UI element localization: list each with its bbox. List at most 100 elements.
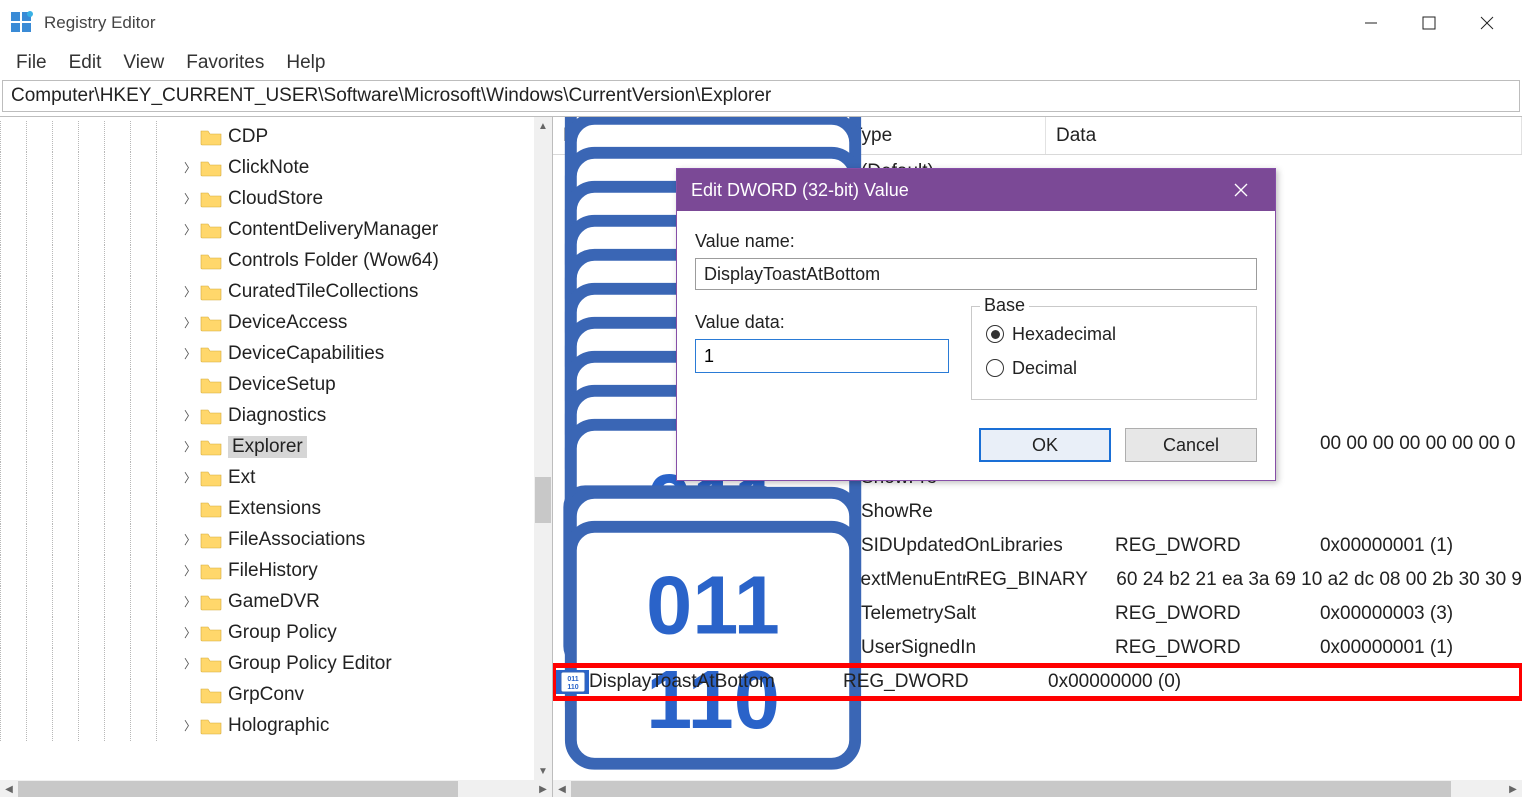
tree-item[interactable]: 〉ContentDeliveryManager [0, 214, 534, 245]
expand-icon[interactable]: 〉 [182, 283, 198, 300]
menu-edit[interactable]: Edit [63, 50, 108, 76]
scroll-thumb[interactable] [571, 781, 1451, 797]
tree-item-label: FileAssociations [228, 529, 365, 551]
tree-item[interactable]: 〉Ext [0, 462, 534, 493]
value-data: 0x00000000 (0) [1048, 671, 1522, 693]
ok-button[interactable]: OK [979, 428, 1111, 462]
radio-hexadecimal[interactable]: Hexadecimal [986, 317, 1242, 351]
tree-item-label: DeviceSetup [228, 374, 336, 396]
folder-icon [200, 345, 222, 363]
tree-item[interactable]: 〉Group Policy [0, 617, 534, 648]
folder-icon [200, 159, 222, 177]
tree-pane: CDP〉ClickNote〉CloudStore〉ContentDelivery… [0, 117, 553, 780]
scroll-left-icon[interactable]: ◀ [0, 784, 18, 795]
cancel-button[interactable]: Cancel [1125, 428, 1257, 462]
expand-icon[interactable]: 〉 [182, 717, 198, 734]
expand-icon[interactable]: 〉 [182, 438, 198, 455]
folder-icon [200, 655, 222, 673]
tree-item[interactable]: 〉ClickNote [0, 152, 534, 183]
value-name: ShowRe [861, 501, 1115, 523]
folder-icon [200, 190, 222, 208]
folder-icon [200, 717, 222, 735]
tree-item[interactable]: 〉DeviceCapabilities [0, 338, 534, 369]
dialog-close-button[interactable] [1221, 169, 1261, 211]
menu-help[interactable]: Help [280, 50, 331, 76]
tree-item[interactable]: 〉GameDVR [0, 586, 534, 617]
expand-icon[interactable]: 〉 [182, 593, 198, 610]
tree-item[interactable]: 〉Holographic [0, 710, 534, 741]
folder-icon [200, 252, 222, 270]
tree-item[interactable]: CDP [0, 121, 534, 152]
expand-icon[interactable]: 〉 [182, 531, 198, 548]
tree-item-label: FileHistory [228, 560, 318, 582]
column-type[interactable]: Type [841, 117, 1046, 154]
expand-icon[interactable]: 〉 [182, 562, 198, 579]
value-name-field[interactable] [695, 258, 1257, 290]
folder-icon [200, 376, 222, 394]
tree-item[interactable]: 〉 CloudStore [0, 183, 534, 214]
folder-icon [200, 469, 222, 487]
expand-icon[interactable]: 〉 [182, 221, 198, 238]
tree-item[interactable]: 〉 FileHistory [0, 555, 534, 586]
scroll-thumb[interactable] [535, 477, 551, 523]
tree-item[interactable]: 〉 FileAssociations [0, 524, 534, 555]
scroll-right-icon[interactable]: ▶ [534, 784, 552, 795]
column-data[interactable]: Data [1046, 117, 1522, 154]
menubar: File Edit View Favorites Help [0, 46, 1522, 80]
tree-hscroll[interactable]: ◀ ▶ [0, 780, 553, 797]
tree-item-label: Diagnostics [228, 405, 326, 427]
tree-item-label: CDP [228, 126, 268, 148]
scroll-down-icon[interactable]: ▼ [534, 762, 552, 780]
tree-item[interactable]: Controls Folder (Wow64) [0, 245, 534, 276]
binary-value-icon: 011110 [559, 759, 867, 780]
expand-icon[interactable]: 〉 [182, 469, 198, 486]
tree-item[interactable]: 〉Explorer [0, 431, 534, 462]
value-data: 0x00000001 (1) [1320, 637, 1522, 659]
expand-icon[interactable]: 〉 [182, 407, 198, 424]
expand-icon[interactable]: 〉 [182, 159, 198, 176]
tree-view[interactable]: CDP〉ClickNote〉CloudStore〉ContentDelivery… [0, 117, 534, 741]
maximize-button[interactable] [1400, 0, 1458, 46]
tree-item-label: CloudStore [228, 188, 323, 210]
svg-text:011: 011 [646, 558, 780, 651]
expand-icon[interactable]: 〉 [182, 655, 198, 672]
minimize-button[interactable] [1342, 0, 1400, 46]
menu-file[interactable]: File [10, 50, 53, 76]
scroll-up-icon[interactable]: ▲ [534, 117, 552, 135]
tree-item[interactable]: GrpConv [0, 679, 534, 710]
tree-item[interactable]: 〉CuratedTileCollections [0, 276, 534, 307]
value-type: REG_DWORD [1115, 637, 1320, 659]
scroll-left-icon[interactable]: ◀ [553, 784, 571, 795]
expand-icon[interactable]: 〉 [182, 345, 198, 362]
tree-item[interactable]: 〉DeviceAccess [0, 307, 534, 338]
expand-icon[interactable]: 〉 [182, 624, 198, 641]
expand-icon[interactable]: 〉 [182, 314, 198, 331]
regedit-icon [10, 11, 34, 35]
svg-text:011: 011 [567, 676, 578, 683]
scroll-thumb[interactable] [18, 781, 458, 797]
folder-icon [200, 593, 222, 611]
address-bar[interactable]: Computer\HKEY_CURRENT_USER\Software\Micr… [2, 80, 1520, 112]
menu-view[interactable]: View [117, 50, 170, 76]
expand-icon[interactable]: 〉 [182, 190, 198, 207]
value-data: 60 24 b2 21 ea 3a 69 10 a2 dc 08 00 2b 3… [1116, 569, 1522, 591]
radio-icon [986, 325, 1004, 343]
value-data-field[interactable] [695, 339, 949, 373]
menu-favorites[interactable]: Favorites [180, 50, 270, 76]
value-type: REG_DWORD [1115, 535, 1320, 557]
dialog-titlebar[interactable]: Edit DWORD (32-bit) Value [677, 169, 1275, 211]
tree-item[interactable]: DeviceSetup [0, 369, 534, 400]
value-name: SIDUpdatedOnLibraries [861, 535, 1115, 557]
close-button[interactable] [1458, 0, 1516, 46]
tree-item[interactable]: 〉Group Policy Editor [0, 648, 534, 679]
tree-scrollbar[interactable]: ▲ ▼ [534, 117, 552, 780]
folder-icon [200, 531, 222, 549]
scroll-right-icon[interactable]: ▶ [1504, 784, 1522, 795]
list-hscroll[interactable]: ◀ ▶ [553, 780, 1522, 797]
radio-decimal[interactable]: Decimal [986, 351, 1242, 385]
base-fieldset: Base Hexadecimal Decimal [971, 306, 1257, 400]
tree-item[interactable]: 〉 Diagnostics [0, 400, 534, 431]
radio-hex-label: Hexadecimal [1012, 324, 1116, 345]
list-row[interactable]: 011110UserSignedInREG_DWORD0x00000001 (1… [553, 631, 1522, 665]
tree-item[interactable]: Extensions [0, 493, 534, 524]
